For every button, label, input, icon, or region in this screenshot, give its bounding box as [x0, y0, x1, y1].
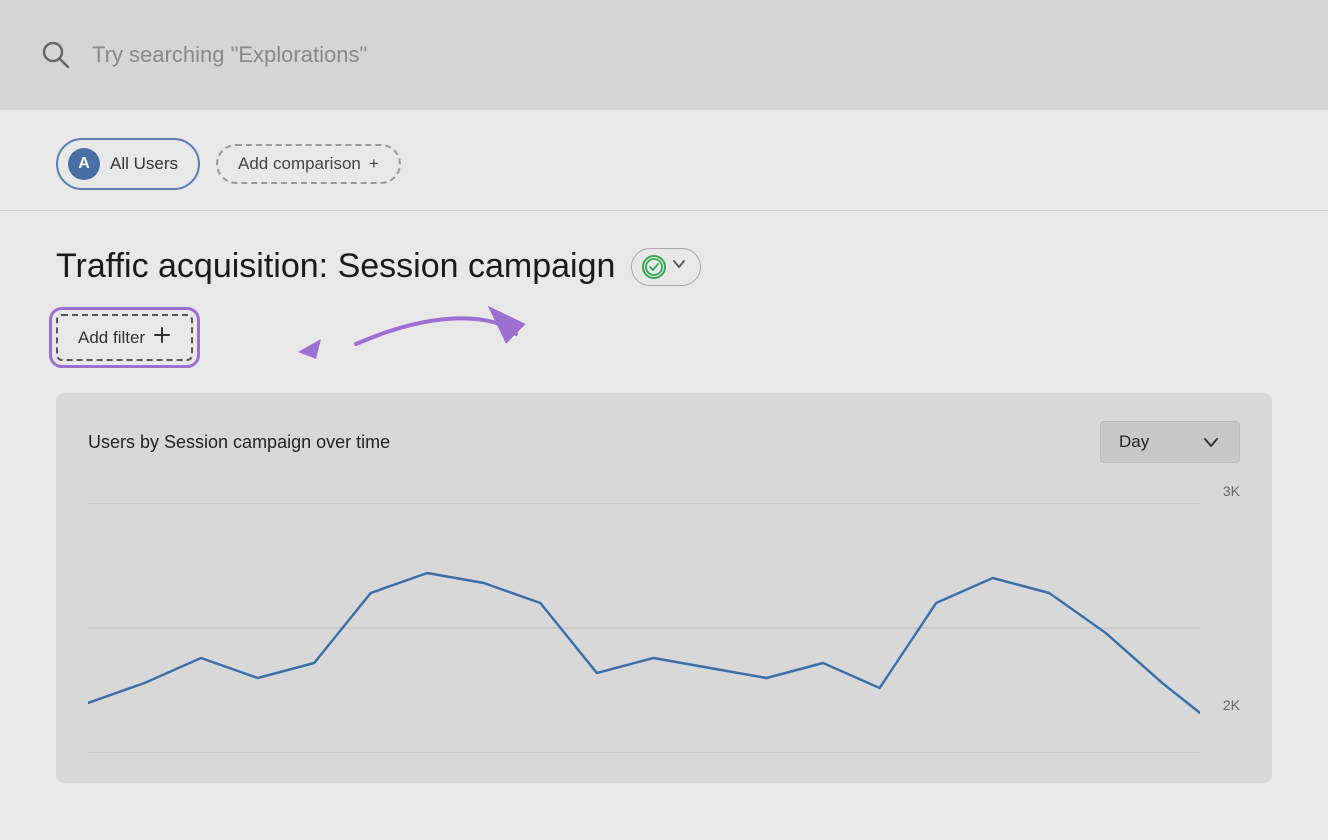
search-icon [40, 39, 72, 71]
add-comparison-icon: + [369, 154, 379, 174]
time-period-label: Day [1119, 432, 1149, 452]
chevron-down-icon [672, 257, 686, 276]
add-filter-label: Add filter [78, 328, 145, 348]
all-users-pill[interactable]: A All Users [56, 138, 200, 190]
status-badge[interactable] [631, 248, 701, 286]
add-filter-wrap: Add filter [56, 314, 193, 361]
time-period-dropdown[interactable]: Day [1100, 421, 1240, 463]
search-placeholder[interactable]: Try searching "Explorations" [92, 42, 367, 68]
add-comparison-button[interactable]: Add comparison + [216, 144, 401, 184]
page-title: Traffic acquisition: Session campaign [56, 247, 615, 286]
y-axis-mid-label: 2K [1223, 697, 1240, 713]
line-chart-svg [88, 503, 1200, 753]
add-filter-icon [153, 326, 171, 349]
chart-header: Users by Session campaign over time Day [88, 421, 1240, 463]
avatar: A [68, 148, 100, 180]
search-bar: Try searching "Explorations" [0, 0, 1328, 110]
chart-container: Users by Session campaign over time Day … [56, 393, 1272, 783]
chart-area: 3K 2K [88, 483, 1240, 773]
y-axis-max-label: 3K [1223, 483, 1240, 499]
filter-bar: A All Users Add comparison + [0, 110, 1328, 211]
chart-title: Users by Session campaign over time [88, 432, 390, 453]
green-check-icon [642, 255, 666, 279]
add-filter-button[interactable]: Add filter [56, 314, 193, 361]
arrow-annotation [276, 304, 536, 404]
add-comparison-label: Add comparison [238, 154, 361, 174]
all-users-label: All Users [110, 154, 178, 174]
dropdown-chevron-icon [1201, 432, 1221, 452]
page-title-row: Traffic acquisition: Session campaign [56, 247, 1272, 286]
main-content: Traffic acquisition: Session campaign Ad… [0, 211, 1328, 783]
